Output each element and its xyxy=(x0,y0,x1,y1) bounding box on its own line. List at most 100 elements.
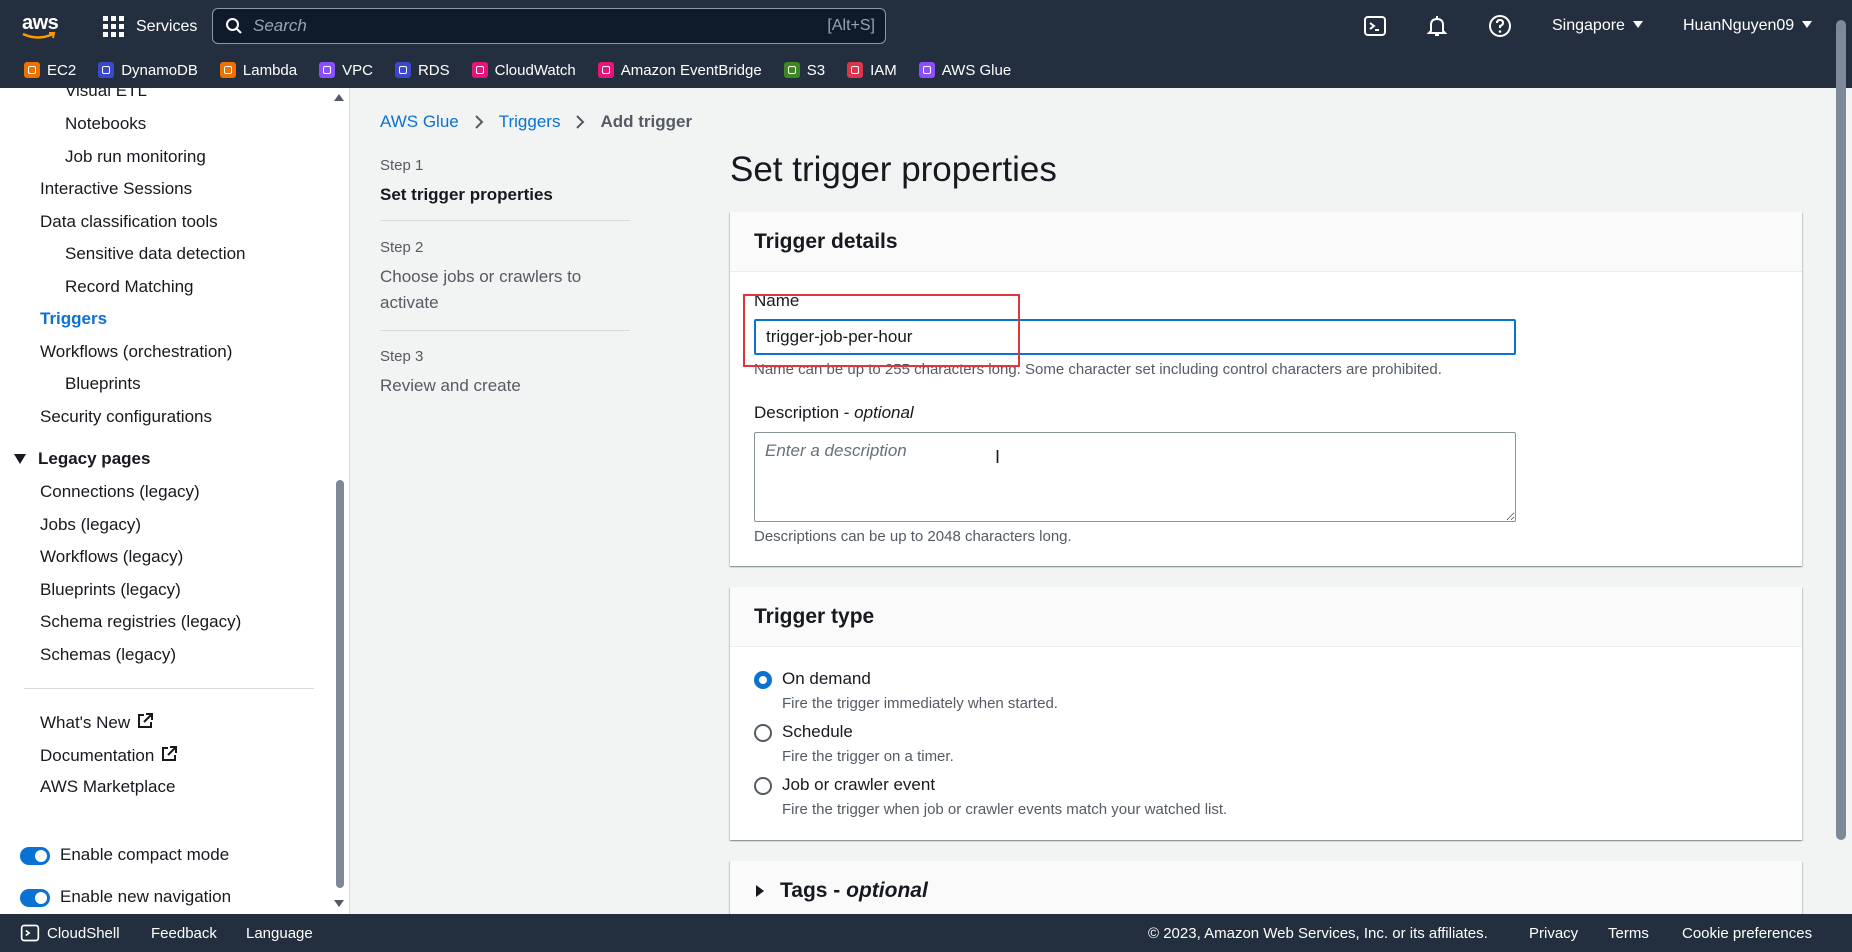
wizard-step-1[interactable]: Step 1 Set trigger properties xyxy=(380,157,630,208)
iam-icon xyxy=(847,62,864,78)
services-menu-button[interactable]: Services xyxy=(103,16,197,37)
favorite-dynamodb[interactable]: DynamoDB xyxy=(98,62,198,79)
sidebar-item-security-configurations[interactable]: Security configurations xyxy=(40,407,212,427)
sidebar-item-data-classification-tools[interactable]: Data classification tools xyxy=(40,212,218,232)
scroll-down-arrow-icon[interactable] xyxy=(334,900,344,907)
compact-mode-toggle[interactable] xyxy=(20,847,50,865)
step-name: Set trigger properties xyxy=(380,185,553,204)
aws-logo[interactable]: aws xyxy=(22,13,64,40)
sidebar-divider xyxy=(24,688,314,689)
wizard-step-3: Step 3 Review and create xyxy=(380,348,630,399)
sidebar-item-schema-registries-legacy[interactable]: Schema registries (legacy) xyxy=(40,612,241,632)
footer-copyright: © 2023, Amazon Web Services, Inc. or its… xyxy=(1148,925,1488,942)
sidebar-item-connections-legacy[interactable]: Connections (legacy) xyxy=(40,482,200,502)
footer-language[interactable]: Language xyxy=(246,925,313,942)
eventbridge-icon xyxy=(597,62,614,78)
footer-terms[interactable]: Terms xyxy=(1608,925,1649,942)
favorite-label: VPC xyxy=(342,61,373,79)
schedule-label[interactable]: Schedule xyxy=(782,722,853,742)
legacy-pages-section[interactable]: Legacy pages xyxy=(14,449,150,469)
favorite-vpc[interactable]: VPC xyxy=(319,62,373,79)
favorite-aws-glue[interactable]: AWS Glue xyxy=(918,61,1012,79)
new-navigation-toggle[interactable] xyxy=(20,889,50,907)
sidebar-item-triggers[interactable]: Triggers xyxy=(40,309,107,329)
region-selector[interactable]: Singapore xyxy=(1552,17,1643,35)
dynamodb-icon xyxy=(98,62,115,78)
breadcrumb-current: Add trigger xyxy=(600,112,693,131)
job-crawler-event-desc: Fire the trigger when job or crawler eve… xyxy=(782,801,1228,818)
trigger-type-header: Trigger type xyxy=(730,587,1802,647)
caret-down-icon xyxy=(14,454,26,464)
region-label: Singapore xyxy=(1552,17,1625,34)
step-divider xyxy=(380,220,630,221)
sidebar-item-blueprints[interactable]: Blueprints xyxy=(65,374,141,394)
text-cursor-icon: I xyxy=(995,447,1001,467)
notifications-icon[interactable] xyxy=(1425,14,1449,38)
favorite-iam[interactable]: IAM xyxy=(847,62,897,79)
radio-on-demand[interactable] xyxy=(754,671,772,689)
step-label: Step 1 xyxy=(380,157,424,174)
header-bar: aws Services Search [Alt+S] Singapore Hu… xyxy=(0,0,1852,52)
sidebar-item-blueprints-legacy[interactable]: Blueprints (legacy) xyxy=(40,580,181,600)
description-textarea[interactable] xyxy=(754,432,1516,522)
on-demand-label[interactable]: On demand xyxy=(782,669,871,689)
account-menu[interactable]: HuanNguyen09 xyxy=(1683,17,1813,35)
sidebar-item-record-matching[interactable]: Record Matching xyxy=(65,277,194,297)
favorite-label: Amazon EventBridge xyxy=(620,61,762,79)
sidebar-link-documentation[interactable]: Documentation xyxy=(40,745,178,766)
tags-header[interactable]: Tags - optional xyxy=(730,861,1802,914)
trigger-details-header: Trigger details xyxy=(730,212,1802,272)
footer-feedback[interactable]: Feedback xyxy=(151,925,217,942)
job-crawler-event-label[interactable]: Job or crawler event xyxy=(782,775,935,795)
description-label: Description - optional xyxy=(754,403,914,422)
trigger-type-card: Trigger type On demand Fire the trigger … xyxy=(730,587,1802,840)
radio-job-crawler-event[interactable] xyxy=(754,777,772,795)
sidebar-item-interactive-sessions[interactable]: Interactive Sessions xyxy=(40,179,192,199)
favorite-lambda[interactable]: Lambda xyxy=(219,61,298,79)
sidebar-item-visual-etl[interactable]: Visual ETL xyxy=(65,88,147,101)
tags-title: Tags xyxy=(780,879,828,902)
favorite-eventbridge[interactable]: Amazon EventBridge xyxy=(597,61,762,79)
radio-schedule[interactable] xyxy=(754,724,772,742)
search-bar[interactable]: Search [Alt+S] xyxy=(212,8,886,44)
step-name: Choose jobs or crawlers to activate xyxy=(380,267,582,312)
wizard-step-2: Step 2 Choose jobs or crawlers to activa… xyxy=(380,239,630,316)
aws-smile-icon xyxy=(22,32,56,39)
sidebar-item-workflows[interactable]: Workflows (orchestration) xyxy=(40,342,232,362)
optional-marker: optional xyxy=(854,403,914,422)
scroll-up-arrow-icon[interactable] xyxy=(334,94,344,101)
favorite-rds[interactable]: RDS xyxy=(394,62,450,79)
favorite-label: S3 xyxy=(806,61,826,79)
ec2-icon xyxy=(24,62,40,78)
sidebar-item-job-run-monitoring[interactable]: Job run monitoring xyxy=(65,147,206,167)
sidebar-scrollbar[interactable] xyxy=(336,480,344,888)
sidebar-item-schemas-legacy[interactable]: Schemas (legacy) xyxy=(40,645,176,665)
favorite-cloudwatch[interactable]: CloudWatch xyxy=(471,62,576,79)
favorite-label: Lambda xyxy=(242,61,298,79)
favorite-s3[interactable]: S3 xyxy=(783,61,826,79)
external-link-icon xyxy=(138,713,154,728)
sidebar: Visual ETL Notebooks Job run monitoring … xyxy=(0,88,350,914)
sidebar-link-whats-new[interactable]: What's New xyxy=(40,712,154,733)
sidebar-item-sensitive-data-detection[interactable]: Sensitive data detection xyxy=(65,244,246,264)
footer-cookie-preferences[interactable]: Cookie preferences xyxy=(1682,925,1812,942)
sidebar-link-aws-marketplace[interactable]: AWS Marketplace xyxy=(40,777,175,797)
cloudshell-icon[interactable] xyxy=(1363,14,1387,38)
favorite-label: EC2 xyxy=(47,61,77,79)
footer: CloudShell Feedback Language © 2023, Ama… xyxy=(0,914,1852,952)
breadcrumb-aws-glue[interactable]: AWS Glue xyxy=(380,112,459,132)
cloudshell-label: CloudShell xyxy=(47,924,120,942)
favorite-label: AWS Glue xyxy=(941,61,1012,79)
help-icon[interactable] xyxy=(1488,14,1512,38)
sidebar-item-workflows-legacy[interactable]: Workflows (legacy) xyxy=(40,547,183,567)
breadcrumb-triggers[interactable]: Triggers xyxy=(499,112,561,132)
sidebar-item-notebooks[interactable]: Notebooks xyxy=(65,114,146,134)
schedule-desc: Fire the trigger on a timer. xyxy=(782,748,954,765)
sidebar-item-jobs-legacy[interactable]: Jobs (legacy) xyxy=(40,515,141,535)
footer-cloudshell[interactable]: CloudShell xyxy=(20,923,120,943)
page-scrollbar[interactable] xyxy=(1836,20,1846,840)
step-name: Review and create xyxy=(380,376,521,395)
footer-privacy[interactable]: Privacy xyxy=(1529,925,1578,942)
documentation-label: Documentation xyxy=(40,746,155,765)
favorite-ec2[interactable]: EC2 xyxy=(24,62,76,79)
